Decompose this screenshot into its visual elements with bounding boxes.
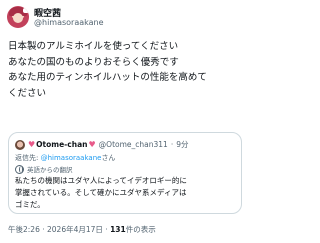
tweet-text: 日本製のアルミホイルを使ってください あなたの国のものよりおそらく優秀です あな… (8, 39, 244, 101)
globe-icon (15, 164, 24, 174)
tweet-line: 日本製のアルミホイルを使ってください (8, 41, 179, 52)
tweet-date[interactable]: 2026年4月17日 (47, 225, 103, 234)
meta-separator: · (170, 140, 174, 149)
heart-icon: ♥ (88, 140, 96, 149)
tweet-line: あなたの国のものよりおそらく優秀です (8, 56, 179, 68)
author-avatar[interactable] (7, 6, 29, 28)
reply-suffix: さん (101, 154, 116, 162)
translation-note: 英語からの翻訳 (15, 164, 73, 174)
tweet-line: ください (8, 87, 47, 99)
quoted-tweet-line: 掌握されている。そして確かにユダヤ系メディアは (15, 188, 187, 197)
reply-prefix: 返信先: (15, 154, 41, 162)
view-count-label: 件の表示 (125, 225, 156, 234)
footer-separator: · (42, 225, 45, 234)
avatar-face (13, 13, 23, 23)
tweet-line: あなた用のティンホイルハットの性能を高めて (8, 72, 207, 83)
view-count[interactable]: 131 (110, 225, 126, 234)
quoted-tweet-text: 私たちの機関はユダヤ人によってイデオロギー的に 掌握されている。そして確かにユダ… (15, 175, 187, 211)
author-username[interactable]: @himasoraakane (34, 18, 104, 27)
quoted-author-username[interactable]: @Otome_chan311 (99, 140, 168, 149)
quoted-author-avatar[interactable] (15, 139, 25, 150)
reply-to-line: 返信先: @himasoraakaneさん (15, 153, 115, 163)
heart-icon: ♥ (28, 140, 36, 149)
quoted-tweet-line: ゴミだ。 (15, 200, 45, 209)
reply-handle-link[interactable]: @himasoraakane (41, 154, 102, 162)
quoted-tweet-card[interactable]: ♥ Otome-chan ♥ @Otome_chan311 · 9分 返信先: … (8, 132, 242, 214)
tweet-time[interactable]: 午後2:26 (8, 225, 40, 234)
quoted-author-display-name[interactable]: Otome-chan (36, 140, 87, 149)
translation-note-text: 英語からの翻訳 (27, 166, 73, 174)
footer-separator: · (105, 225, 108, 234)
tweet-footer-meta: 午後2:26 · 2026年4月17日 · 131件の表示 (8, 224, 156, 235)
quoted-tweet-time[interactable]: 9分 (176, 139, 188, 150)
quoted-tweet-header: ♥ Otome-chan ♥ @Otome_chan311 · 9分 (15, 139, 189, 150)
avatar-bow (23, 8, 29, 13)
quoted-tweet-line: 私たちの機関はユダヤ人によってイデオロギー的に (15, 176, 187, 185)
